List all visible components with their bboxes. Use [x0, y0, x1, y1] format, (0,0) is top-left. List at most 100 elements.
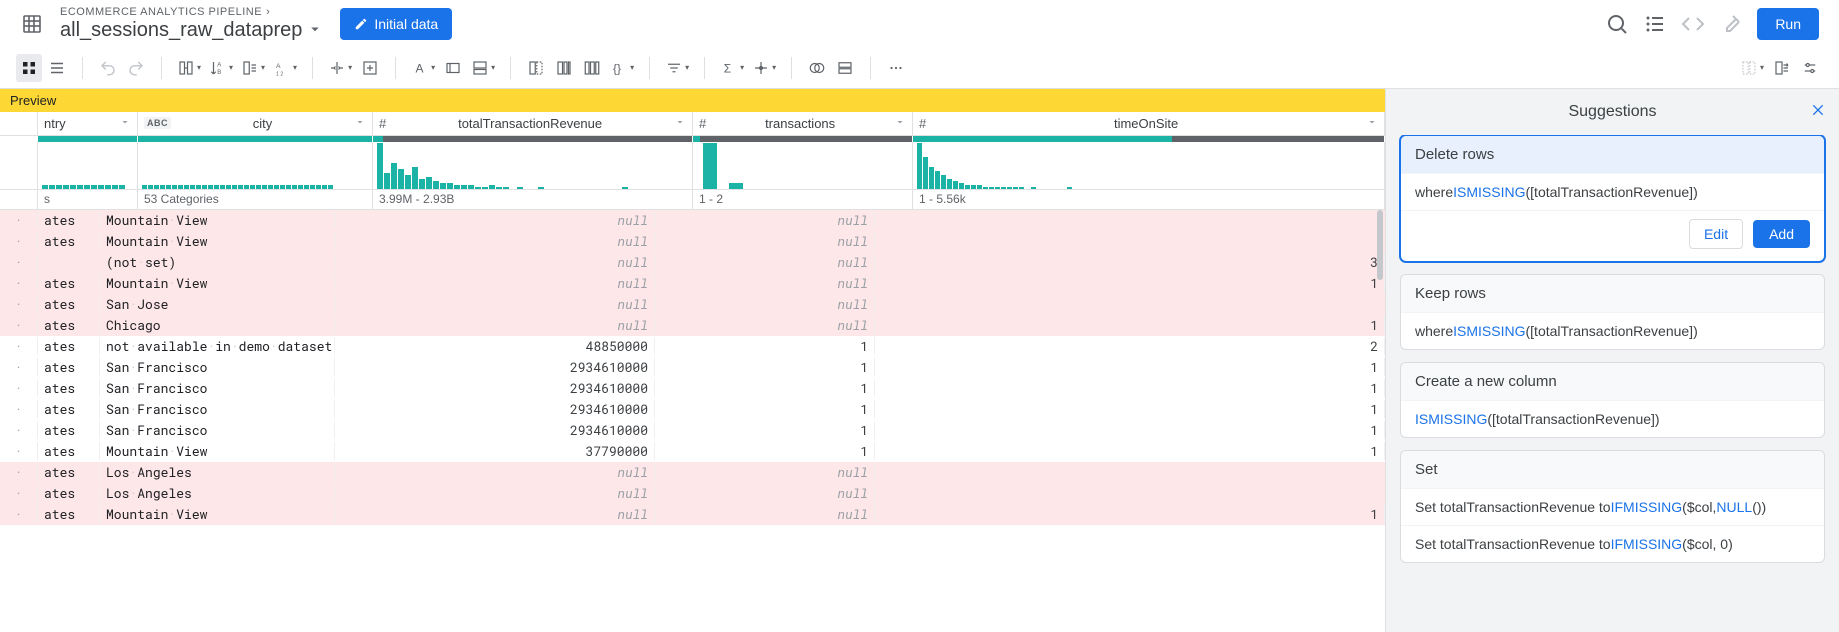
grid-view-button[interactable]: [16, 54, 42, 82]
preview-label: Preview: [10, 93, 56, 108]
recipe-steps-icon[interactable]: [1643, 12, 1667, 36]
table-row[interactable]: ·atesSan·Francisco293461000011: [0, 420, 1385, 441]
column-header-country[interactable]: ntry: [38, 112, 138, 135]
column-name: city: [175, 116, 350, 131]
grid-area: Preview ntry ABC city # totalTransaction…: [0, 89, 1386, 632]
table-row[interactable]: ·atesSan·Francisco293461000011: [0, 399, 1385, 420]
suggestion-delete-rows[interactable]: Delete rows where ISMISSING ([totalTrans…: [1400, 135, 1825, 262]
replace-button[interactable]: ▾: [468, 54, 498, 82]
join-button[interactable]: [804, 54, 830, 82]
table-row[interactable]: ·atesChicagonullnull1: [0, 315, 1385, 336]
breadcrumb-label: ECOMMERCE ANALYTICS PIPELINE: [60, 6, 262, 19]
aggregate-button[interactable]: Σ▾: [717, 54, 747, 82]
sugg-arg: ([totalTransactionRevenue]): [1526, 323, 1698, 339]
run-button[interactable]: Run: [1757, 8, 1819, 40]
add-button[interactable]: Add: [1753, 220, 1810, 248]
table-row[interactable]: ·atesMountain·Viewnullnull: [0, 210, 1385, 231]
summary-rev: 3.99M - 2.93B: [379, 192, 454, 206]
table-row[interactable]: ·atesSan·Josenullnull: [0, 294, 1385, 315]
histogram-country[interactable]: [38, 142, 138, 189]
dedupe-button[interactable]: [523, 54, 549, 82]
suggestions-panel: Suggestions Delete rows where ISMISSING …: [1386, 89, 1839, 632]
json-button[interactable]: {}▾: [607, 54, 637, 82]
app-header: ECOMMERCE ANALYTICS PIPELINE › all_sessi…: [0, 0, 1839, 48]
histogram-revenue[interactable]: [373, 142, 693, 189]
extract-button[interactable]: [357, 54, 383, 82]
table-row[interactable]: ·atesSan·Francisco293461000011: [0, 357, 1385, 378]
table-row[interactable]: ·atesLos·Angelesnullnull: [0, 483, 1385, 504]
undo-button: [95, 54, 121, 82]
sugg-arg: ([totalTransactionRevenue]): [1487, 411, 1659, 427]
edit-button[interactable]: Edit: [1689, 219, 1743, 249]
histogram-transactions[interactable]: [693, 142, 913, 189]
count-button[interactable]: [551, 54, 577, 82]
data-rows[interactable]: ·atesMountain·Viewnullnull·atesMountain·…: [0, 210, 1385, 632]
target-button[interactable]: [1769, 54, 1795, 82]
split-column-button[interactable]: ▾: [325, 54, 355, 82]
summary-trans: 1 - 2: [699, 192, 723, 206]
column-header-city[interactable]: ABC city: [138, 112, 373, 135]
merge-columns-button[interactable]: ▾: [174, 54, 204, 82]
search-icon[interactable]: [1605, 12, 1629, 36]
initial-data-button[interactable]: Initial data: [340, 8, 452, 40]
chevron-down-icon: [674, 116, 686, 131]
sugg-prefix: Set totalTransactionRevenue to: [1415, 536, 1611, 552]
svg-text:{}: {}: [613, 61, 621, 75]
histogram-city[interactable]: [138, 142, 373, 189]
chevron-down-icon: [119, 116, 131, 131]
table-row[interactable]: ·atesLos·Angelesnullnull: [0, 462, 1385, 483]
svg-text:1 2: 1 2: [276, 71, 283, 77]
pivot-button[interactable]: ▾: [749, 54, 779, 82]
sugg-fn2: NULL: [1716, 499, 1752, 515]
table-row[interactable]: ·(not·set)nullnull3: [0, 252, 1385, 273]
nest-button[interactable]: [579, 54, 605, 82]
table-row[interactable]: ·atesSan·Francisco293461000011: [0, 378, 1385, 399]
table-row[interactable]: ·atesMountain·Viewnullnull1: [0, 273, 1385, 294]
table-row[interactable]: ·atesMountain·Viewnullnull1: [0, 504, 1385, 525]
gutter-header: [0, 112, 38, 135]
sort-button[interactable]: AB▾: [206, 54, 236, 82]
sugg-mid: ($col,: [1682, 499, 1716, 515]
suggestion-keep-rows[interactable]: Keep rows where ISMISSING ([totalTransac…: [1400, 274, 1825, 350]
breadcrumb[interactable]: ECOMMERCE ANALYTICS PIPELINE ›: [60, 6, 324, 19]
preview-bar: Preview: [0, 89, 1385, 112]
flow-title-dropdown[interactable]: all_sessions_raw_dataprep: [60, 19, 324, 42]
table-row[interactable]: ·atesnot·available·in·demo·dataset488500…: [0, 336, 1385, 357]
column-header-timeonsite[interactable]: # timeOnSite: [913, 112, 1385, 135]
functions-button[interactable]: ▾: [238, 54, 268, 82]
eyedropper-icon: [1719, 12, 1743, 36]
chevron-down-icon: [306, 20, 324, 41]
column-header-transactions[interactable]: # transactions: [693, 112, 913, 135]
column-header-revenue[interactable]: # totalTransactionRevenue: [373, 112, 693, 135]
format-button[interactable]: A▾: [408, 54, 438, 82]
histogram-timeonsite[interactable]: [913, 142, 1385, 189]
rename-button[interactable]: A1 2▾: [270, 54, 300, 82]
sugg-fn: ISMISSING: [1453, 184, 1525, 200]
column-name: ntry: [44, 116, 115, 131]
suggestion-new-column[interactable]: Create a new column ISMISSING ([totalTra…: [1400, 362, 1825, 438]
suggestion-title: Keep rows: [1401, 275, 1824, 312]
summary-city: 53 Categories: [144, 192, 219, 206]
svg-text:A: A: [217, 62, 221, 68]
suggestion-title: Create a new column: [1401, 363, 1824, 400]
toolbar: ▾ AB▾ ▾ A1 2▾ ▾ A▾ ▾ {}▾ ▾ Σ▾: [0, 48, 1839, 89]
more-button[interactable]: [883, 54, 909, 82]
filter-button[interactable]: ▾: [662, 54, 692, 82]
close-icon[interactable]: [1809, 101, 1827, 119]
column-name: totalTransactionRevenue: [390, 116, 670, 131]
hash-icon: #: [699, 116, 706, 131]
dataset-icon: [20, 12, 44, 36]
hash-icon: #: [919, 116, 926, 131]
column-name: timeOnSite: [930, 116, 1362, 131]
sugg-fn: IFMISSING: [1611, 499, 1683, 515]
scrollbar-thumb[interactable]: [1377, 210, 1383, 280]
edit-text-button[interactable]: [440, 54, 466, 82]
list-view-button[interactable]: [44, 54, 70, 82]
quality-row: [0, 136, 1385, 142]
svg-text:A: A: [276, 63, 281, 70]
union-button[interactable]: [832, 54, 858, 82]
table-row[interactable]: ·atesMountain·Viewnullnull: [0, 231, 1385, 252]
suggestion-set[interactable]: Set Set totalTransactionRevenue to IFMIS…: [1400, 450, 1825, 563]
table-row[interactable]: ·atesMountain·View3779000011: [0, 441, 1385, 462]
settings-button[interactable]: [1797, 54, 1823, 82]
